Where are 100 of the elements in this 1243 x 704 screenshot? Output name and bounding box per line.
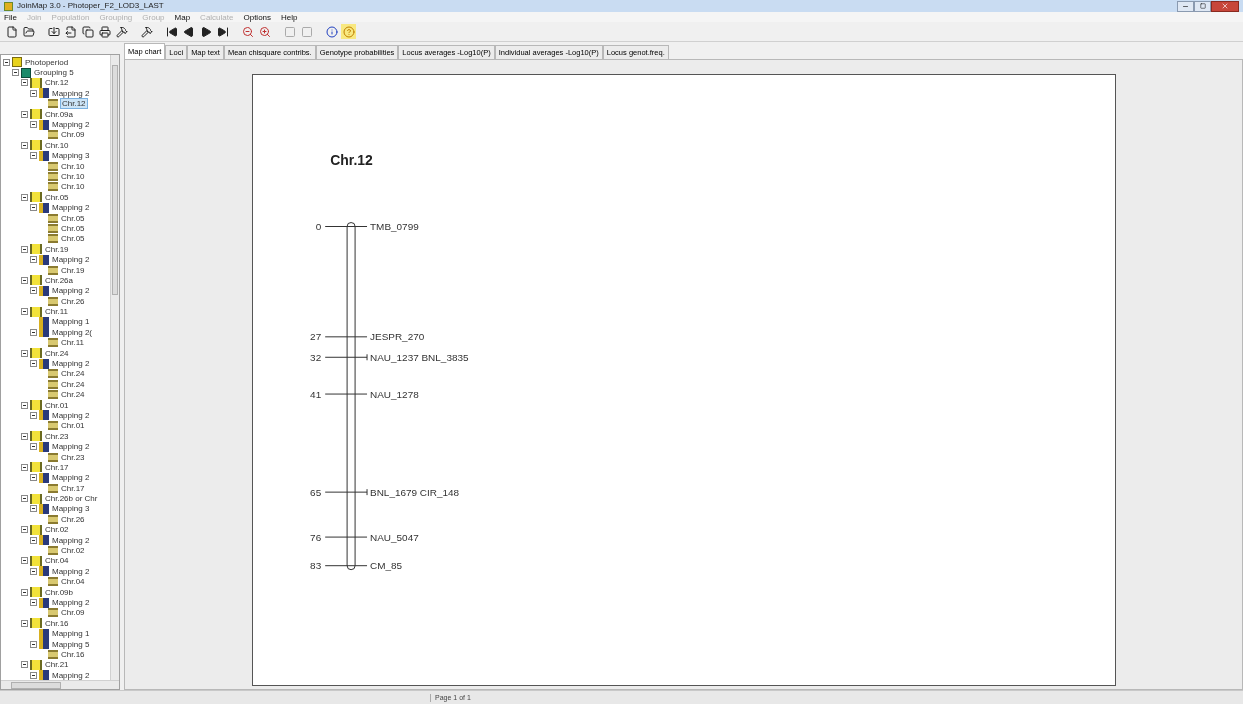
tree-item[interactable]: Chr.26a — [44, 275, 75, 285]
new-file-icon[interactable] — [4, 24, 19, 39]
tree-item[interactable]: Chr.19 — [44, 244, 70, 254]
hammer-icon[interactable] — [114, 24, 129, 39]
expand-toggle[interactable] — [21, 308, 28, 316]
tree-item[interactable]: Chr.24 — [60, 379, 86, 389]
tree-item[interactable]: Chr.04 — [44, 556, 70, 566]
expand-toggle[interactable] — [30, 287, 37, 295]
horizontal-scrollbar[interactable] — [1, 680, 119, 689]
expand-toggle[interactable] — [21, 110, 28, 118]
expand-toggle[interactable] — [21, 276, 28, 284]
expand-toggle[interactable] — [30, 152, 37, 160]
tree-item[interactable]: Mapping 2 — [51, 203, 91, 213]
tree-item[interactable]: Chr.12 — [44, 78, 70, 88]
tree-item[interactable]: Mapping 2 — [51, 535, 91, 545]
tree-item[interactable]: Chr.10 — [60, 161, 86, 171]
expand-toggle[interactable] — [30, 443, 37, 451]
expand-toggle[interactable] — [21, 245, 28, 253]
tree-item[interactable]: Mapping 2 — [51, 255, 91, 265]
menu-item[interactable]: Help — [281, 12, 298, 22]
tree-item[interactable]: Chr.09 — [60, 608, 86, 618]
previous-icon[interactable] — [181, 24, 196, 39]
expand-toggle[interactable] — [21, 495, 28, 503]
expand-toggle[interactable] — [21, 79, 28, 87]
tree-item[interactable]: Chr.26 — [60, 296, 86, 306]
tree-item[interactable]: Chr.09b — [44, 587, 75, 597]
expand-toggle[interactable] — [21, 661, 28, 669]
expand-toggle[interactable] — [21, 141, 28, 149]
tree-item[interactable]: Chr.05 — [44, 192, 70, 202]
expand-toggle[interactable] — [30, 671, 37, 679]
expand-toggle[interactable] — [21, 526, 28, 534]
tree-item[interactable]: Chr.24 — [60, 369, 86, 379]
tree-item[interactable]: Mapping 2 — [51, 359, 91, 368]
tree-item[interactable]: Mapping 2 — [51, 88, 91, 98]
tree-item[interactable]: Mapping 2 — [51, 120, 91, 130]
tree-item[interactable]: Chr.17 — [60, 483, 86, 493]
tree-item[interactable]: Chr.10 — [44, 140, 70, 150]
expand-toggle[interactable] — [21, 349, 28, 357]
expand-toggle[interactable] — [30, 599, 37, 606]
maximize-button[interactable] — [1194, 0, 1211, 12]
expand-toggle[interactable] — [30, 536, 37, 544]
open-folder-icon[interactable] — [21, 24, 36, 39]
last-icon[interactable] — [215, 24, 230, 39]
expand-toggle[interactable] — [21, 463, 28, 471]
tree-item[interactable]: Mapping 2 — [51, 286, 91, 296]
expand-toggle[interactable] — [12, 69, 19, 77]
tree-item[interactable]: Photoperiod — [24, 57, 70, 67]
expand-toggle[interactable] — [30, 567, 37, 575]
close-button[interactable] — [1211, 0, 1239, 12]
tree-item[interactable]: Mapping 2 — [51, 598, 91, 607]
tree-item[interactable]: Mapping 2 — [51, 566, 91, 576]
tree-item[interactable]: Chr.09 — [60, 130, 86, 140]
tree-item[interactable]: Chr.11 — [60, 338, 85, 348]
tree-item[interactable]: Chr.05 — [60, 223, 86, 233]
menu-item[interactable]: Options — [243, 12, 272, 22]
tree-item[interactable]: Chr.09a — [44, 109, 75, 119]
tree-item[interactable]: Mapping 2 — [51, 473, 91, 483]
menu-item[interactable]: File — [4, 12, 17, 22]
tree-item[interactable]: Chr.16 — [60, 649, 86, 659]
printer-icon[interactable] — [97, 24, 112, 39]
zoom-out-icon[interactable] — [240, 24, 255, 39]
tree-item[interactable]: Mapping 2 — [51, 442, 91, 452]
tree-item[interactable]: Mapping 1 — [51, 629, 91, 639]
expand-toggle[interactable] — [30, 640, 37, 648]
tree-item[interactable]: Chr.01 — [44, 400, 70, 410]
tree-item[interactable]: Mapping 2 — [51, 670, 91, 680]
expand-toggle[interactable] — [30, 256, 37, 264]
tree-item[interactable]: Chr.21 — [44, 660, 70, 670]
tree-item[interactable]: Chr.05 — [60, 234, 86, 244]
expand-toggle[interactable] — [21, 193, 28, 201]
expand-toggle[interactable] — [30, 121, 37, 129]
tree-item[interactable]: Chr.16 — [44, 618, 70, 628]
import-icon[interactable] — [46, 24, 61, 39]
expand-toggle[interactable] — [3, 58, 10, 66]
minimize-button[interactable] — [1177, 0, 1194, 12]
export-icon[interactable] — [63, 24, 78, 39]
expand-toggle[interactable] — [30, 328, 37, 336]
tree-item[interactable]: Chr.04 — [60, 577, 86, 587]
tree-item[interactable]: Chr.23 — [60, 452, 86, 462]
zoom-in-icon[interactable] — [257, 24, 272, 39]
tree-item[interactable]: Chr.19 — [60, 265, 86, 275]
copy-icon[interactable] — [80, 24, 95, 39]
tree-item[interactable]: Mapping 2 — [51, 410, 91, 420]
tree-item[interactable]: Chr.24 — [60, 390, 86, 400]
tree-item[interactable]: Chr.26 — [60, 514, 86, 524]
vertical-scrollbar[interactable] — [110, 55, 119, 680]
tree-item[interactable]: Chr.17 — [44, 462, 70, 472]
expand-toggle[interactable] — [21, 619, 28, 627]
tree-item[interactable]: Chr.26b or Chr — [44, 494, 99, 504]
tree-item[interactable]: Chr.02 — [44, 525, 70, 535]
expand-toggle[interactable] — [21, 588, 28, 596]
expand-toggle[interactable] — [21, 557, 28, 565]
expand-toggle[interactable] — [30, 204, 37, 212]
expand-toggle[interactable] — [30, 411, 37, 419]
tree-item[interactable]: Chr.10 — [60, 172, 86, 181]
tree-item[interactable]: Grouping 5 — [33, 68, 75, 78]
tree-item[interactable]: Mapping 1 — [51, 317, 91, 327]
expand-toggle[interactable] — [30, 474, 37, 482]
expand-toggle[interactable] — [21, 432, 28, 440]
expand-toggle[interactable] — [21, 401, 28, 409]
